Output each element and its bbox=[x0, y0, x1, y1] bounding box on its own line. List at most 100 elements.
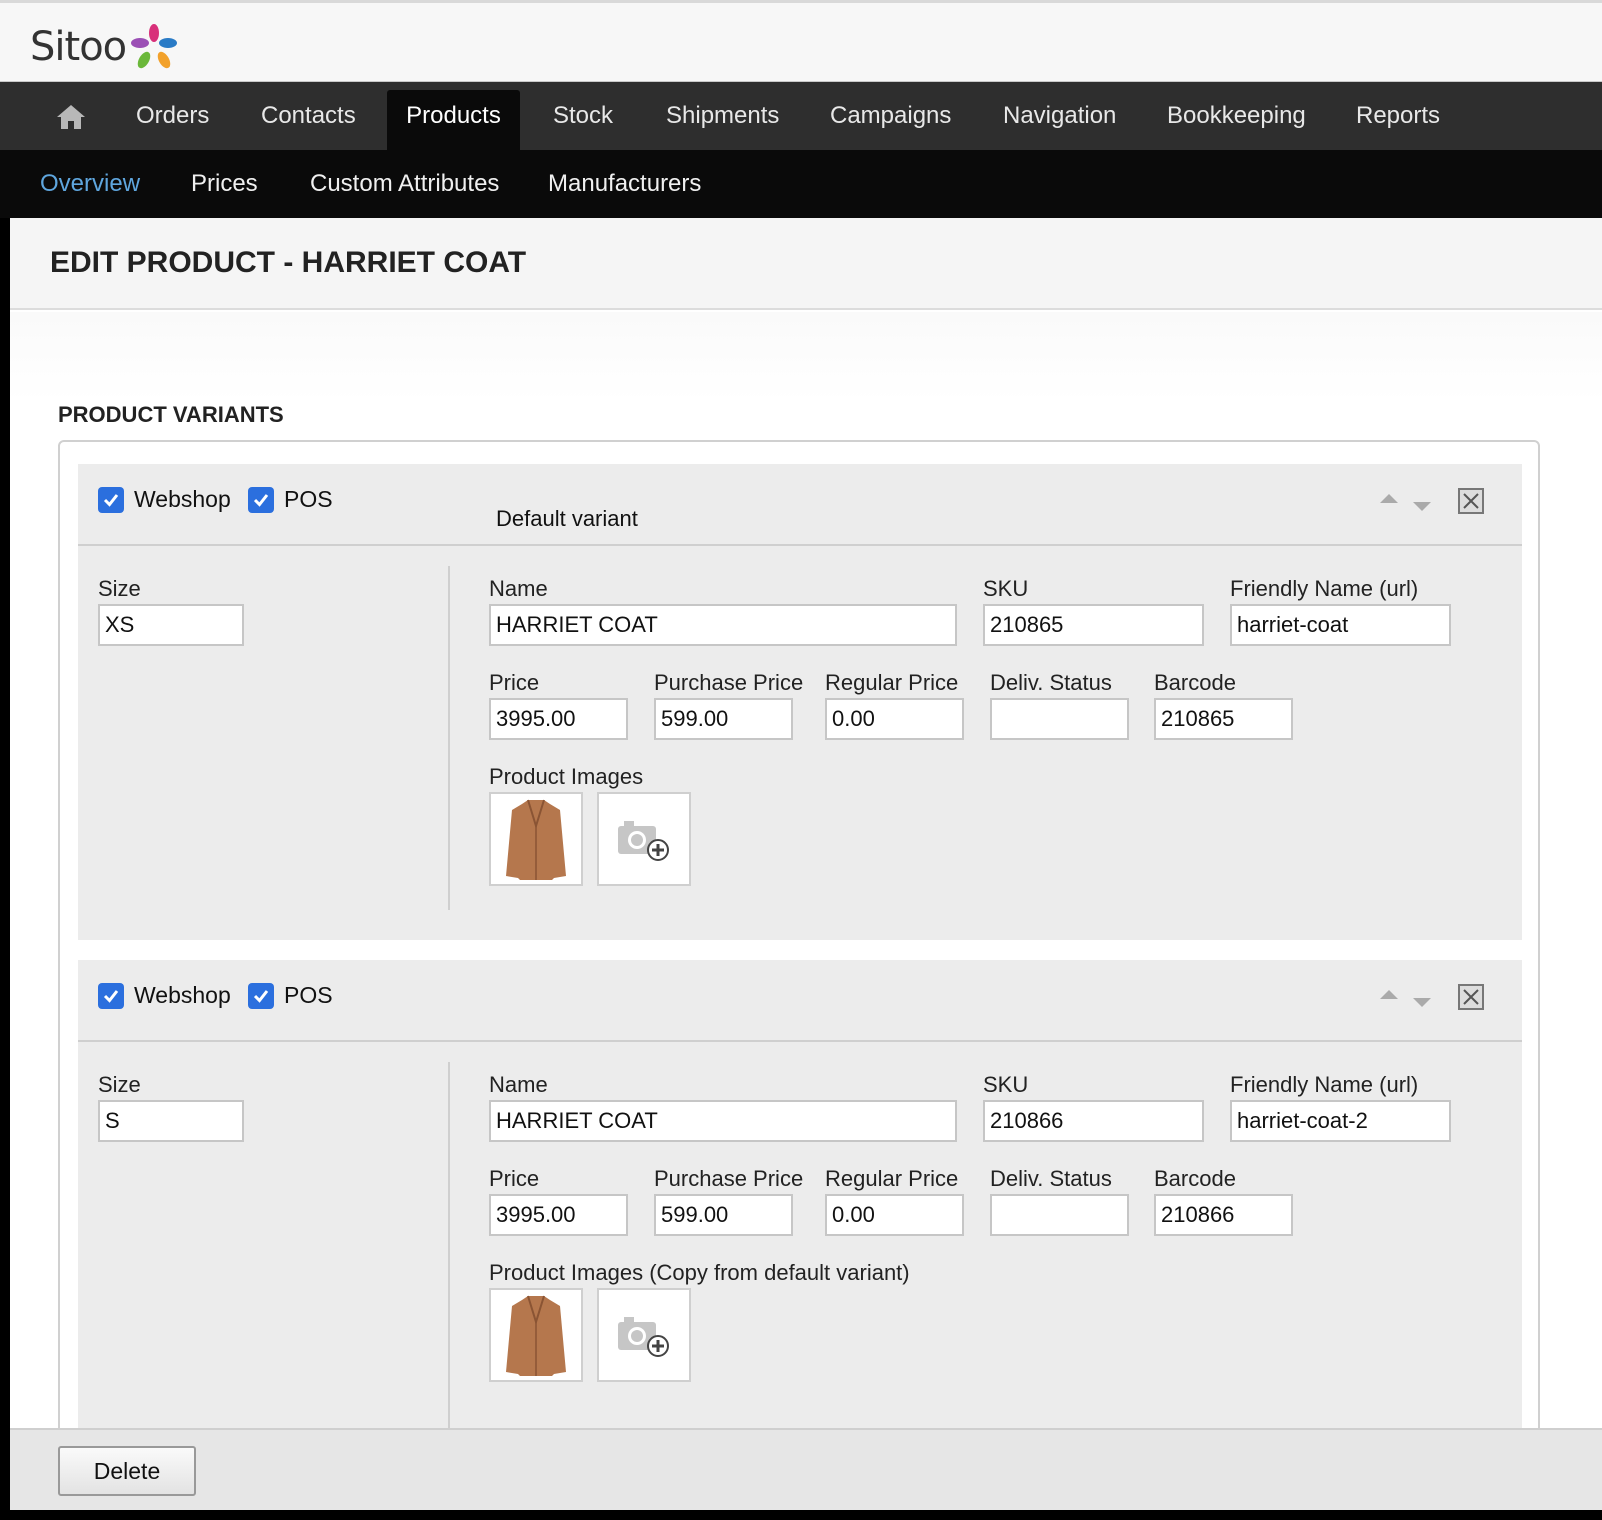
nav-contacts[interactable]: Contacts bbox=[261, 82, 356, 150]
regular-price-label: Regular Price bbox=[825, 1166, 959, 1191]
camera-add-icon bbox=[618, 821, 669, 861]
nav-products[interactable]: Products bbox=[387, 90, 520, 150]
size-input[interactable]: XS bbox=[98, 604, 244, 646]
move-up-icon[interactable] bbox=[1380, 494, 1398, 503]
deliv-status-input[interactable] bbox=[990, 1194, 1129, 1236]
friendly-name-label: Friendly Name (url) bbox=[1230, 1072, 1419, 1097]
subnav-prices[interactable]: Prices bbox=[191, 150, 258, 218]
sku-input[interactable]: 210865 bbox=[983, 604, 1204, 646]
product-images-label: Product Images bbox=[489, 764, 644, 789]
purchase-price-input[interactable]: 599.00 bbox=[654, 1194, 793, 1236]
nav-shipments[interactable]: Shipments bbox=[666, 82, 779, 150]
price-input[interactable]: 3995.00 bbox=[489, 1194, 628, 1236]
product-image-thumb[interactable] bbox=[489, 792, 583, 886]
name-label: Name bbox=[489, 1072, 548, 1097]
check-icon bbox=[103, 493, 119, 507]
check-icon bbox=[103, 989, 119, 1003]
subnav-manufacturers[interactable]: Manufacturers bbox=[548, 150, 701, 218]
camera-add-icon bbox=[618, 1317, 669, 1357]
coat-image bbox=[506, 799, 566, 880]
check-icon bbox=[253, 989, 269, 1003]
section-title: PRODUCT VARIANTS bbox=[58, 402, 284, 427]
barcode-label: Barcode bbox=[1154, 1166, 1236, 1191]
main-nav: Orders Contacts Products Stock Shipments… bbox=[0, 82, 1602, 150]
size-label: Size bbox=[98, 1072, 141, 1097]
variants-container: Webshop POS Default variant Size XS Name bbox=[58, 440, 1540, 1508]
pos-checkbox[interactable] bbox=[248, 486, 274, 513]
purchase-price-input[interactable]: 599.00 bbox=[654, 698, 793, 740]
variant-header: Webshop POS Default variant bbox=[78, 464, 1522, 546]
deliv-status-input[interactable] bbox=[990, 698, 1129, 740]
nav-reports[interactable]: Reports bbox=[1356, 82, 1440, 150]
add-image-button[interactable] bbox=[597, 1288, 691, 1382]
friendly-name-label: Friendly Name (url) bbox=[1230, 576, 1419, 601]
move-up-icon[interactable] bbox=[1380, 990, 1398, 999]
coat-image bbox=[506, 1295, 566, 1376]
content-area: EDIT PRODUCT - HARRIET COAT PRODUCT VARI… bbox=[10, 218, 1602, 1508]
name-input[interactable]: HARRIET COAT bbox=[489, 1100, 957, 1142]
regular-price-label: Regular Price bbox=[825, 670, 959, 695]
remove-variant-icon[interactable] bbox=[1458, 488, 1484, 514]
add-image-button[interactable] bbox=[597, 792, 691, 886]
price-label: Price bbox=[489, 670, 540, 695]
nav-bookkeeping[interactable]: Bookkeeping bbox=[1167, 82, 1306, 150]
pos-label: POS bbox=[284, 982, 333, 1008]
delete-button[interactable]: Delete bbox=[58, 1446, 196, 1496]
pos-label: POS bbox=[284, 486, 333, 512]
webshop-toggle[interactable]: Webshop bbox=[98, 982, 231, 1009]
variant-card: Webshop POS Size S Name HARRIET COAT SKU bbox=[78, 960, 1522, 1508]
webshop-checkbox[interactable] bbox=[98, 486, 124, 513]
pos-toggle[interactable]: POS bbox=[248, 982, 333, 1009]
subnav-custom-attributes[interactable]: Custom Attributes bbox=[310, 150, 499, 218]
variant-card: Webshop POS Default variant Size XS Name bbox=[78, 464, 1522, 940]
nav-orders[interactable]: Orders bbox=[136, 82, 209, 150]
sku-input[interactable]: 210866 bbox=[983, 1100, 1204, 1142]
deliv-status-label: Deliv. Status bbox=[990, 1166, 1112, 1191]
product-image-thumb[interactable] bbox=[489, 1288, 583, 1382]
pos-toggle[interactable]: POS bbox=[248, 486, 333, 513]
price-label: Price bbox=[489, 1166, 540, 1191]
webshop-label: Webshop bbox=[134, 982, 231, 1008]
name-input[interactable]: HARRIET COAT bbox=[489, 604, 957, 646]
app-header: Sitoo bbox=[0, 0, 1602, 82]
size-label: Size bbox=[98, 576, 141, 601]
size-input[interactable]: S bbox=[98, 1100, 244, 1142]
logo-text: Sitoo bbox=[30, 24, 127, 70]
regular-price-input[interactable]: 0.00 bbox=[825, 698, 964, 740]
friendly-name-input[interactable]: harriet-coat-2 bbox=[1230, 1100, 1451, 1142]
deliv-status-label: Deliv. Status bbox=[990, 670, 1112, 695]
pos-checkbox[interactable] bbox=[248, 982, 274, 1009]
flower-logo-icon bbox=[131, 24, 178, 69]
webshop-toggle[interactable]: Webshop bbox=[98, 486, 231, 513]
price-input[interactable]: 3995.00 bbox=[489, 698, 628, 740]
subnav-overview[interactable]: Overview bbox=[40, 150, 140, 218]
variant-header: Webshop POS bbox=[78, 960, 1522, 1042]
purchase-price-label: Purchase Price bbox=[654, 1166, 804, 1191]
page-title: EDIT PRODUCT - HARRIET COAT bbox=[50, 246, 527, 279]
footer-bar: Delete bbox=[10, 1428, 1602, 1510]
nav-campaigns[interactable]: Campaigns bbox=[830, 82, 951, 150]
move-down-icon[interactable] bbox=[1413, 998, 1431, 1007]
regular-price-input[interactable]: 0.00 bbox=[825, 1194, 964, 1236]
remove-variant-icon[interactable] bbox=[1458, 984, 1484, 1010]
sitoo-logo[interactable]: Sitoo bbox=[30, 23, 178, 71]
check-icon bbox=[253, 493, 269, 507]
barcode-input[interactable]: 210865 bbox=[1154, 698, 1293, 740]
friendly-name-input[interactable]: harriet-coat bbox=[1230, 604, 1451, 646]
nav-stock[interactable]: Stock bbox=[553, 82, 613, 150]
nav-navigation[interactable]: Navigation bbox=[1003, 82, 1116, 150]
title-bar: EDIT PRODUCT - HARRIET COAT bbox=[10, 218, 1602, 310]
barcode-input[interactable]: 210866 bbox=[1154, 1194, 1293, 1236]
product-images-label: Product Images (Copy from default varian… bbox=[489, 1260, 910, 1285]
webshop-label: Webshop bbox=[134, 486, 231, 512]
sku-label: SKU bbox=[983, 1072, 1029, 1097]
purchase-price-label: Purchase Price bbox=[654, 670, 804, 695]
move-down-icon[interactable] bbox=[1413, 502, 1431, 511]
home-icon[interactable] bbox=[56, 104, 86, 130]
webshop-checkbox[interactable] bbox=[98, 982, 124, 1009]
name-label: Name bbox=[489, 576, 548, 601]
barcode-label: Barcode bbox=[1154, 670, 1236, 695]
sub-nav: Overview Prices Custom Attributes Manufa… bbox=[0, 150, 1602, 218]
default-variant-label: Default variant bbox=[496, 506, 638, 531]
sku-label: SKU bbox=[983, 576, 1029, 601]
